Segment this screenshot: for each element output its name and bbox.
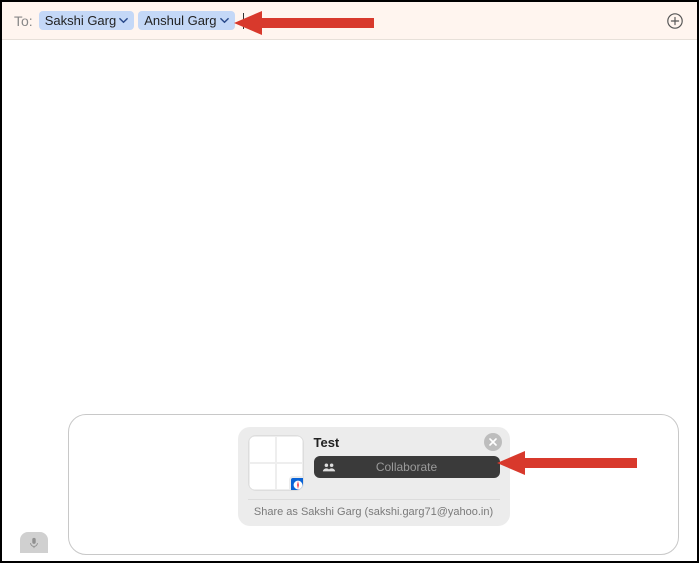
share-as-text: Share as Sakshi Garg (sakshi.garg71@yaho… xyxy=(248,506,500,518)
close-attachment-button[interactable] xyxy=(484,433,502,451)
message-input-area[interactable]: Test Collaborate Share as Sakshi Garg (s… xyxy=(68,414,679,555)
to-label: To: xyxy=(14,13,33,29)
to-input-caret[interactable] xyxy=(243,13,244,29)
collaborate-label: Collaborate xyxy=(376,460,437,474)
recipient-chip[interactable]: Anshul Garg xyxy=(138,11,234,30)
window-frame: To: Sakshi Garg Anshul Garg xyxy=(0,0,699,563)
message-bubble: Test Collaborate Share as Sakshi Garg (s… xyxy=(68,414,679,555)
audio-button[interactable] xyxy=(20,532,48,553)
recipient-name: Sakshi Garg xyxy=(45,13,117,28)
add-recipient-button[interactable] xyxy=(663,9,687,33)
people-icon xyxy=(322,462,336,472)
collaborate-button[interactable]: Collaborate xyxy=(314,456,500,478)
attachment-card: Test Collaborate Share as Sakshi Garg (s… xyxy=(238,427,510,526)
safari-badge-icon xyxy=(289,476,304,491)
chevron-down-icon xyxy=(220,16,229,25)
to-bar: To: Sakshi Garg Anshul Garg xyxy=(2,2,697,40)
recipient-name: Anshul Garg xyxy=(144,13,216,28)
chevron-down-icon xyxy=(119,16,128,25)
recipient-chip[interactable]: Sakshi Garg xyxy=(39,11,135,30)
attachment-title: Test xyxy=(314,435,500,450)
attachment-thumbnail xyxy=(248,435,304,491)
